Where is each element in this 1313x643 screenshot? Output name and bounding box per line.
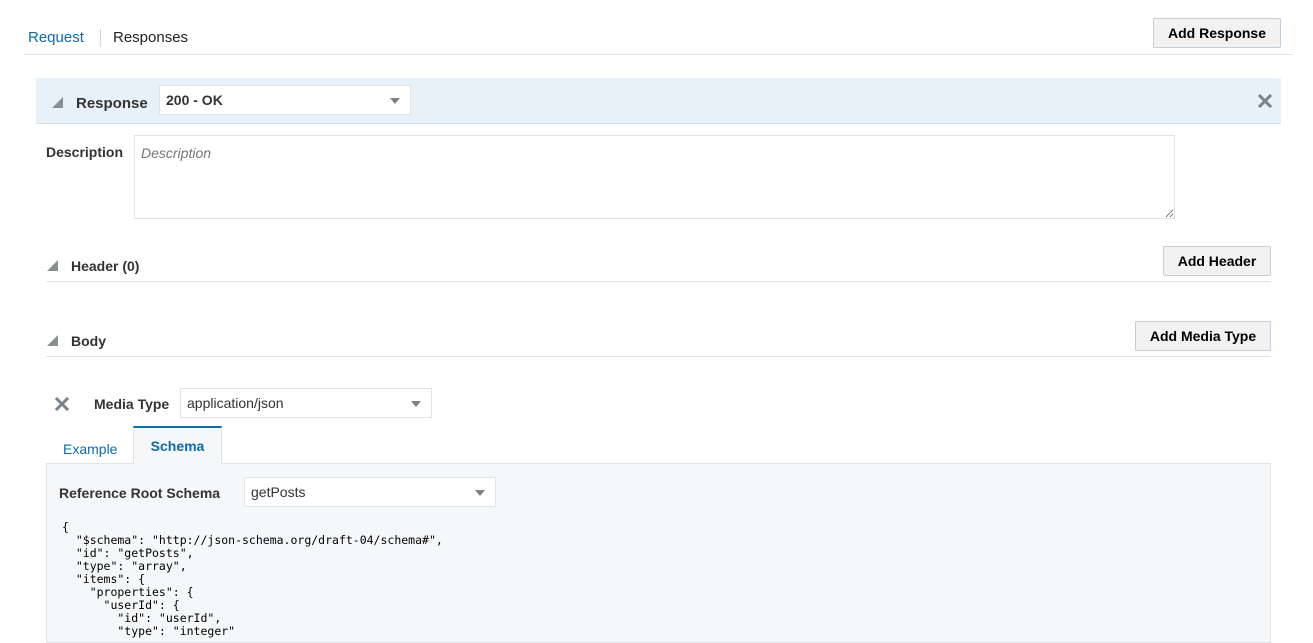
tab-responses[interactable]: Responses — [113, 29, 188, 46]
chevron-down-icon — [475, 490, 485, 496]
add-media-type-button[interactable]: Add Media Type — [1135, 321, 1271, 351]
collapse-response-icon[interactable] — [52, 97, 63, 108]
body-divider — [46, 356, 1271, 357]
description-label: Description — [46, 144, 124, 160]
response-status-value: 200 - OK — [166, 92, 223, 108]
chevron-down-icon — [390, 98, 400, 104]
schema-code-editor[interactable]: { "$schema": "http://json-schema.org/dra… — [62, 521, 443, 638]
tab-request[interactable]: Request — [28, 29, 84, 46]
reference-root-schema-label: Reference Root Schema — [59, 485, 221, 501]
add-header-button[interactable]: Add Header — [1163, 246, 1271, 276]
tab-example[interactable]: Example — [63, 441, 117, 457]
media-type-select[interactable]: application/json — [180, 388, 432, 418]
header-divider — [46, 281, 1271, 282]
description-field[interactable] — [134, 135, 1175, 219]
response-status-select[interactable]: 200 - OK — [159, 85, 411, 115]
response-label: Response — [76, 95, 148, 112]
media-type-value: application/json — [187, 395, 284, 411]
collapse-header-icon[interactable] — [47, 260, 58, 271]
add-response-button[interactable]: Add Response — [1153, 18, 1281, 48]
body-section-title: Body — [71, 333, 106, 349]
collapse-body-icon[interactable] — [47, 335, 58, 346]
media-type-label: Media Type — [94, 396, 170, 412]
reference-root-schema-value: getPosts — [251, 484, 306, 500]
tabs-divider — [24, 54, 1293, 55]
header-section-title: Header (0) — [71, 258, 140, 274]
tab-divider — [100, 29, 101, 47]
chevron-down-icon — [411, 401, 421, 407]
tab-schema[interactable]: Schema — [133, 426, 222, 464]
remove-media-type-icon[interactable] — [55, 397, 69, 411]
close-icon[interactable] — [1258, 94, 1272, 108]
reference-root-schema-select[interactable]: getPosts — [244, 477, 496, 507]
